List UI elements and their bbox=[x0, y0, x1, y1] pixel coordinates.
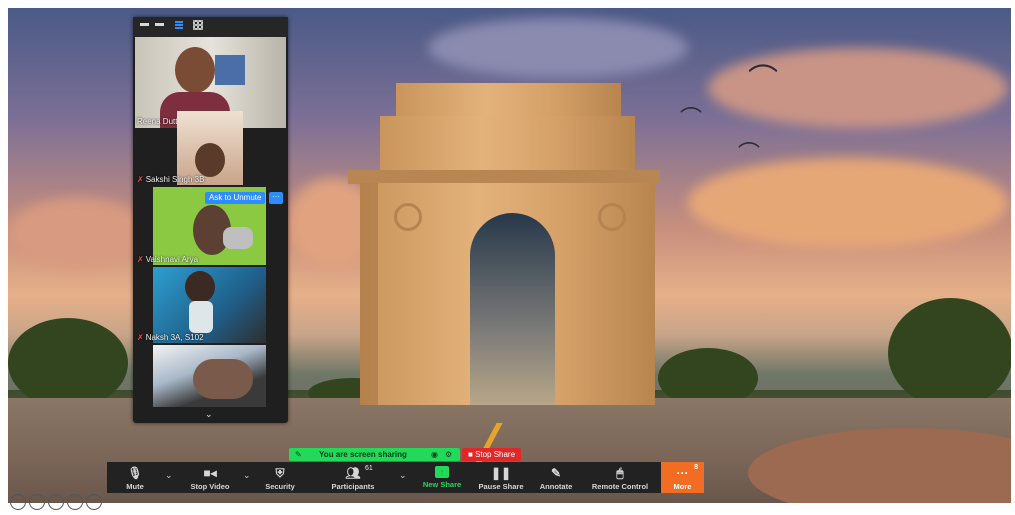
participant-video bbox=[153, 267, 266, 343]
mouse-icon: 🖱︎ bbox=[616, 466, 624, 480]
audio-options-chevron-icon[interactable]: ⌄ bbox=[165, 470, 173, 481]
screen-sharing-bar: ✎ You are screen sharing ◉ ⚙ bbox=[289, 448, 460, 461]
participant-face bbox=[195, 143, 225, 177]
microphone-icon: 🎙︎ bbox=[127, 466, 143, 480]
participants-icon: 👥︎ bbox=[345, 466, 361, 480]
circle-control-icon[interactable] bbox=[48, 494, 64, 510]
share-status-icon: ✎ bbox=[295, 450, 302, 459]
cloud bbox=[428, 18, 688, 78]
participant-face bbox=[175, 47, 215, 93]
circle-control-icon[interactable] bbox=[29, 494, 45, 510]
minimize-icon[interactable] bbox=[140, 23, 149, 26]
participant-name: ✗ Naksh 3A, S102 bbox=[137, 333, 204, 342]
participants-options-chevron-icon[interactable]: ⌄ bbox=[399, 470, 407, 481]
mic-muted-icon: ✗ bbox=[137, 175, 144, 184]
more-button[interactable]: ··· More 8 bbox=[661, 462, 704, 493]
stop-square-icon: ■ bbox=[467, 450, 476, 459]
shield-icon: ⛨ bbox=[275, 466, 285, 480]
participants-count: 61 bbox=[365, 465, 373, 472]
panel-view-bar bbox=[133, 17, 288, 37]
participant-hands bbox=[223, 227, 253, 249]
circle-control-icon[interactable] bbox=[67, 494, 83, 510]
bird: ⌒ bbox=[738, 141, 761, 166]
pause-share-button[interactable]: ❚❚ Pause Share bbox=[473, 462, 529, 493]
stop-video-button[interactable]: ■◂ Stop Video bbox=[177, 462, 243, 493]
mute-button[interactable]: 🎙︎ Mute bbox=[109, 462, 161, 493]
circle-control-icon[interactable] bbox=[10, 494, 26, 510]
speaker-view-icon[interactable] bbox=[175, 21, 183, 23]
gate-arch bbox=[470, 213, 555, 405]
participant-tile[interactable] bbox=[133, 345, 288, 407]
gate-shadow bbox=[360, 183, 378, 405]
participant-name: ✗ Sakshi Singh 3B bbox=[137, 175, 205, 184]
circle-control-icon[interactable] bbox=[86, 494, 102, 510]
gate-attic bbox=[380, 116, 635, 171]
gate-top bbox=[396, 83, 621, 118]
pen-icon: ✎ bbox=[550, 466, 562, 480]
participants-video-panel: Reena Dutta ✗ Sakshi Singh 3B ✗ Vaishnavi … bbox=[133, 17, 288, 423]
video-options-chevron-icon[interactable]: ⌄ bbox=[243, 470, 251, 481]
tree bbox=[888, 298, 1011, 408]
stop-share-label: Stop Share bbox=[475, 450, 516, 459]
participant-tile[interactable]: ✗ Naksh 3A, S102 bbox=[133, 267, 288, 343]
background-poster bbox=[215, 55, 245, 85]
tree bbox=[8, 318, 128, 408]
participant-hand bbox=[193, 359, 253, 399]
pause-icon: ❚❚ bbox=[490, 466, 512, 480]
bird: ⌒ bbox=[748, 64, 778, 97]
mic-muted-icon: ✗ bbox=[137, 333, 144, 342]
cloud bbox=[8, 198, 148, 268]
share-screen-icon: ↑ bbox=[435, 466, 449, 478]
mic-muted-icon: ✗ bbox=[137, 255, 144, 264]
participant-name: ✗ Vaishnavi Arya bbox=[137, 255, 199, 264]
meeting-toolbar: 🎙︎ Mute ⌄ ■◂ Stop Video ⌄ ⛨ Security 👥︎ … bbox=[107, 462, 704, 493]
bottom-controls bbox=[10, 494, 105, 515]
gate-wreath bbox=[598, 203, 626, 231]
annotate-button[interactable]: ✎ Annotate bbox=[533, 462, 579, 493]
gate-cornice bbox=[348, 170, 660, 184]
ask-to-unmute-button[interactable]: Ask to Unmute bbox=[205, 192, 266, 204]
gate-wreath bbox=[394, 203, 422, 231]
audio-icon[interactable]: ◉ bbox=[431, 448, 438, 461]
participant-more-button[interactable]: ··· bbox=[269, 192, 283, 204]
participants-button[interactable]: 👥︎ Participants bbox=[319, 462, 387, 493]
gallery-view-icon[interactable] bbox=[193, 20, 203, 30]
water-bottle bbox=[189, 301, 213, 333]
security-button[interactable]: ⛨ Security bbox=[255, 462, 305, 493]
remote-control-button[interactable]: 🖱︎ Remote Control bbox=[587, 462, 653, 493]
video-camera-icon: ■◂ bbox=[203, 466, 217, 480]
participant-tile[interactable]: ✗ Sakshi Singh 3B bbox=[133, 111, 288, 187]
participant-video bbox=[153, 345, 266, 407]
hide-video-icon[interactable] bbox=[155, 23, 164, 26]
participant-face bbox=[185, 271, 215, 303]
scroll-down-icon[interactable]: ⌄ bbox=[205, 409, 213, 420]
share-status-text: You are screen sharing bbox=[319, 450, 407, 459]
settings-icon[interactable]: ⚙ bbox=[445, 448, 452, 461]
cloud bbox=[688, 158, 1008, 248]
participant-video bbox=[177, 111, 243, 185]
more-badge: 8 bbox=[694, 464, 698, 471]
bird: ⌒ bbox=[680, 106, 703, 131]
new-share-button[interactable]: ↑ New Share bbox=[417, 462, 467, 493]
stop-share-button[interactable]: ■ Stop Share bbox=[462, 448, 521, 461]
